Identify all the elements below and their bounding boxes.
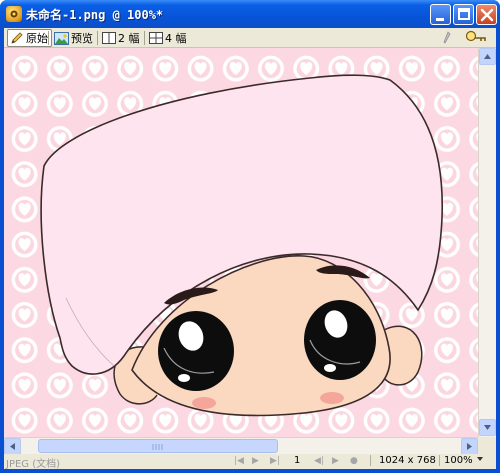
two-up-icon [102, 32, 116, 44]
zoom-select[interactable]: 100% [439, 455, 484, 466]
first-frame-icon[interactable]: |◀ [234, 456, 244, 466]
two-up-view-button[interactable]: 2 幅 [102, 29, 140, 47]
image-dimensions: 1024 x 768 [370, 455, 436, 466]
close-icon [480, 8, 494, 22]
scroll-down-button[interactable] [479, 419, 496, 436]
preview-view-button[interactable]: 预览 [54, 29, 93, 47]
toolbar-divider [48, 31, 49, 45]
horizontal-scrollbar[interactable] [4, 437, 478, 455]
four-up-view-button[interactable]: 4 幅 [149, 29, 187, 47]
title-bar[interactable]: 未命名-1.png @ 100%* [0, 0, 500, 28]
frame-number: 1 [294, 455, 301, 466]
image-canvas[interactable] [4, 48, 478, 437]
application-window: 未命名-1.png @ 100%* 原始 预览 2 幅 4 幅 JPEG (文档… [0, 0, 500, 473]
play-icon[interactable]: ▶ [252, 456, 262, 466]
pencil-icon [11, 32, 23, 44]
close-button[interactable] [476, 4, 497, 25]
next-frame-icon[interactable]: ▶ [332, 456, 342, 466]
window-title: 未命名-1.png @ 100%* [26, 8, 164, 22]
app-icon [6, 6, 22, 22]
scrollbar-corner [478, 437, 496, 454]
grip-icon [152, 444, 163, 450]
arrow-right-icon [467, 443, 472, 450]
last-frame-icon[interactable]: ▶| [270, 456, 280, 466]
scroll-up-button[interactable] [479, 48, 496, 65]
toolbar-divider [97, 31, 98, 45]
minimize-button[interactable] [430, 4, 451, 25]
two-up-view-label: 2 幅 [118, 32, 140, 45]
magnifier-key-icon [465, 30, 486, 42]
window-frame-bottom [0, 469, 500, 473]
arrow-left-icon [10, 443, 15, 450]
artwork-image [4, 48, 478, 437]
eyedropper-icon [443, 31, 451, 44]
zoom-level: 100% [444, 455, 473, 466]
four-up-view-label: 4 幅 [165, 32, 187, 45]
vertical-scrollbar[interactable] [478, 48, 496, 437]
scroll-right-button[interactable] [461, 438, 478, 455]
toolbar-divider [144, 31, 145, 45]
four-up-icon [149, 32, 163, 44]
stop-icon[interactable]: ● [350, 456, 360, 466]
hand-zoom-tool[interactable] [464, 29, 488, 47]
original-view-button[interactable]: 原始 [7, 29, 52, 47]
view-toolbar: 原始 预览 2 幅 4 幅 [4, 28, 496, 48]
previous-frame-icon[interactable]: ◀| [314, 456, 324, 466]
image-preview-icon [54, 31, 69, 45]
minimize-icon [436, 18, 444, 21]
chevron-down-icon [476, 457, 483, 461]
eyedropper-tool[interactable] [442, 29, 452, 47]
original-view-label: 原始 [26, 32, 48, 45]
preview-view-label: 预览 [71, 32, 93, 45]
document-format: JPEG (文档) [6, 459, 61, 470]
maximize-button[interactable] [453, 4, 474, 25]
horizontal-scroll-thumb[interactable] [38, 439, 278, 453]
status-bar: JPEG (文档) |◀ ▶ ▶| 1 ◀| ▶ ● 1024 x 768 10… [4, 454, 496, 470]
arrow-down-icon [484, 425, 491, 430]
arrow-up-icon [484, 54, 491, 59]
maximize-icon [458, 8, 470, 20]
scroll-left-button[interactable] [4, 438, 21, 455]
